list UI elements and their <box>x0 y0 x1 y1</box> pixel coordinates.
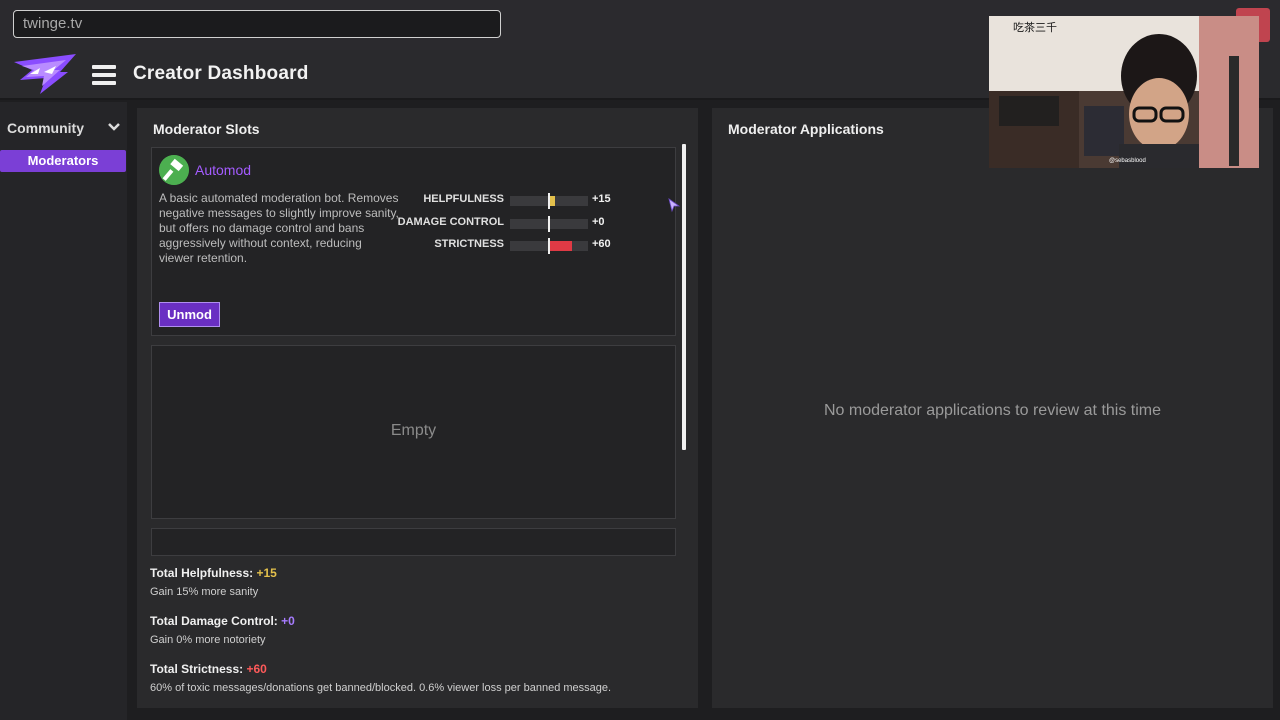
stat-value: +0 <box>592 216 605 228</box>
hammer-icon <box>159 155 189 185</box>
moderator-description: A basic automated moderation bot. Remove… <box>159 191 399 265</box>
total-strictness: Total Strictness: +60 60% of toxic messa… <box>150 662 611 694</box>
stat-fill <box>549 241 572 251</box>
moderator-slot-2[interactable]: Empty <box>151 345 676 519</box>
total-damage-control-line: Total Damage Control: +0 <box>150 614 295 628</box>
stat-center-marker <box>548 216 550 232</box>
moderator-slot-3[interactable] <box>151 528 676 556</box>
total-helpfulness-label: Total Helpfulness: <box>150 566 254 580</box>
stat-row-damage-control: DAMAGE CONTROL +0 <box>398 215 632 232</box>
total-strictness-line: Total Strictness: +60 <box>150 662 611 676</box>
total-helpfulness: Total Helpfulness: +15 Gain 15% more san… <box>150 566 277 598</box>
stat-value: +60 <box>592 238 611 250</box>
scrollbar[interactable] <box>682 144 686 450</box>
stat-row-strictness: STRICTNESS +60 <box>402 237 632 254</box>
total-strictness-label: Total Strictness: <box>150 662 244 676</box>
moderator-slots-panel: Moderator Slots Automod A basic automate… <box>137 108 698 708</box>
page-title: Creator Dashboard <box>133 63 309 84</box>
stat-row-helpfulness: HELPFULNESS +15 <box>402 192 632 209</box>
sidebar: Community Moderators <box>0 102 127 720</box>
total-damage-control: Total Damage Control: +0 Gain 0% more no… <box>150 614 295 646</box>
moderator-slots-title: Moderator Slots <box>153 121 260 137</box>
total-damage-control-value: +0 <box>281 614 295 628</box>
mouse-cursor-icon <box>668 198 680 213</box>
total-damage-control-label: Total Damage Control: <box>150 614 278 628</box>
sidebar-section-community[interactable]: Community <box>0 118 127 140</box>
unmod-button[interactable]: Unmod <box>159 302 220 327</box>
sidebar-section-label: Community <box>7 120 84 136</box>
sidebar-item-moderators[interactable]: Moderators <box>0 150 126 172</box>
stat-bar <box>510 193 588 209</box>
stat-center-marker <box>548 193 550 209</box>
stat-label: HELPFULNESS <box>423 193 504 205</box>
total-strictness-value: +60 <box>246 662 267 676</box>
empty-slot-label: Empty <box>390 422 437 439</box>
total-damage-control-desc: Gain 0% more notoriety <box>150 634 266 646</box>
chevron-down-icon[interactable] <box>107 122 121 132</box>
url-bar[interactable]: twinge.tv <box>13 10 501 38</box>
logo-icon[interactable] <box>10 52 80 96</box>
total-strictness-desc: 60% of toxic messages/donations get bann… <box>150 682 612 694</box>
hamburger-icon[interactable] <box>92 65 116 85</box>
stat-bar <box>510 216 588 232</box>
no-applications-message: No moderator applications to review at t… <box>823 402 1162 419</box>
stat-bar <box>510 238 588 254</box>
moderator-name: Automod <box>195 162 252 178</box>
moderator-slot-1: Automod A basic automated moderation bot… <box>151 147 676 336</box>
stat-center-marker <box>548 238 550 254</box>
total-helpfulness-desc: Gain 15% more sanity <box>150 586 259 598</box>
stat-label: DAMAGE CONTROL <box>397 216 504 228</box>
webcam-feed-image <box>989 16 1259 168</box>
stat-label: STRICTNESS <box>434 238 504 250</box>
total-helpfulness-line: Total Helpfulness: +15 <box>150 566 277 580</box>
moderator-applications-title: Moderator Applications <box>728 121 884 137</box>
total-helpfulness-value: +15 <box>256 566 277 580</box>
webcam-tag: 吃茶三千 <box>1013 22 1057 34</box>
webcam-overlay: 吃茶三千 @sebasblood <box>989 16 1259 168</box>
moderator-applications-panel: Moderator Applications No moderator appl… <box>712 108 1273 708</box>
stat-value: +15 <box>592 193 611 205</box>
webcam-handle: @sebasblood <box>1109 158 1146 164</box>
